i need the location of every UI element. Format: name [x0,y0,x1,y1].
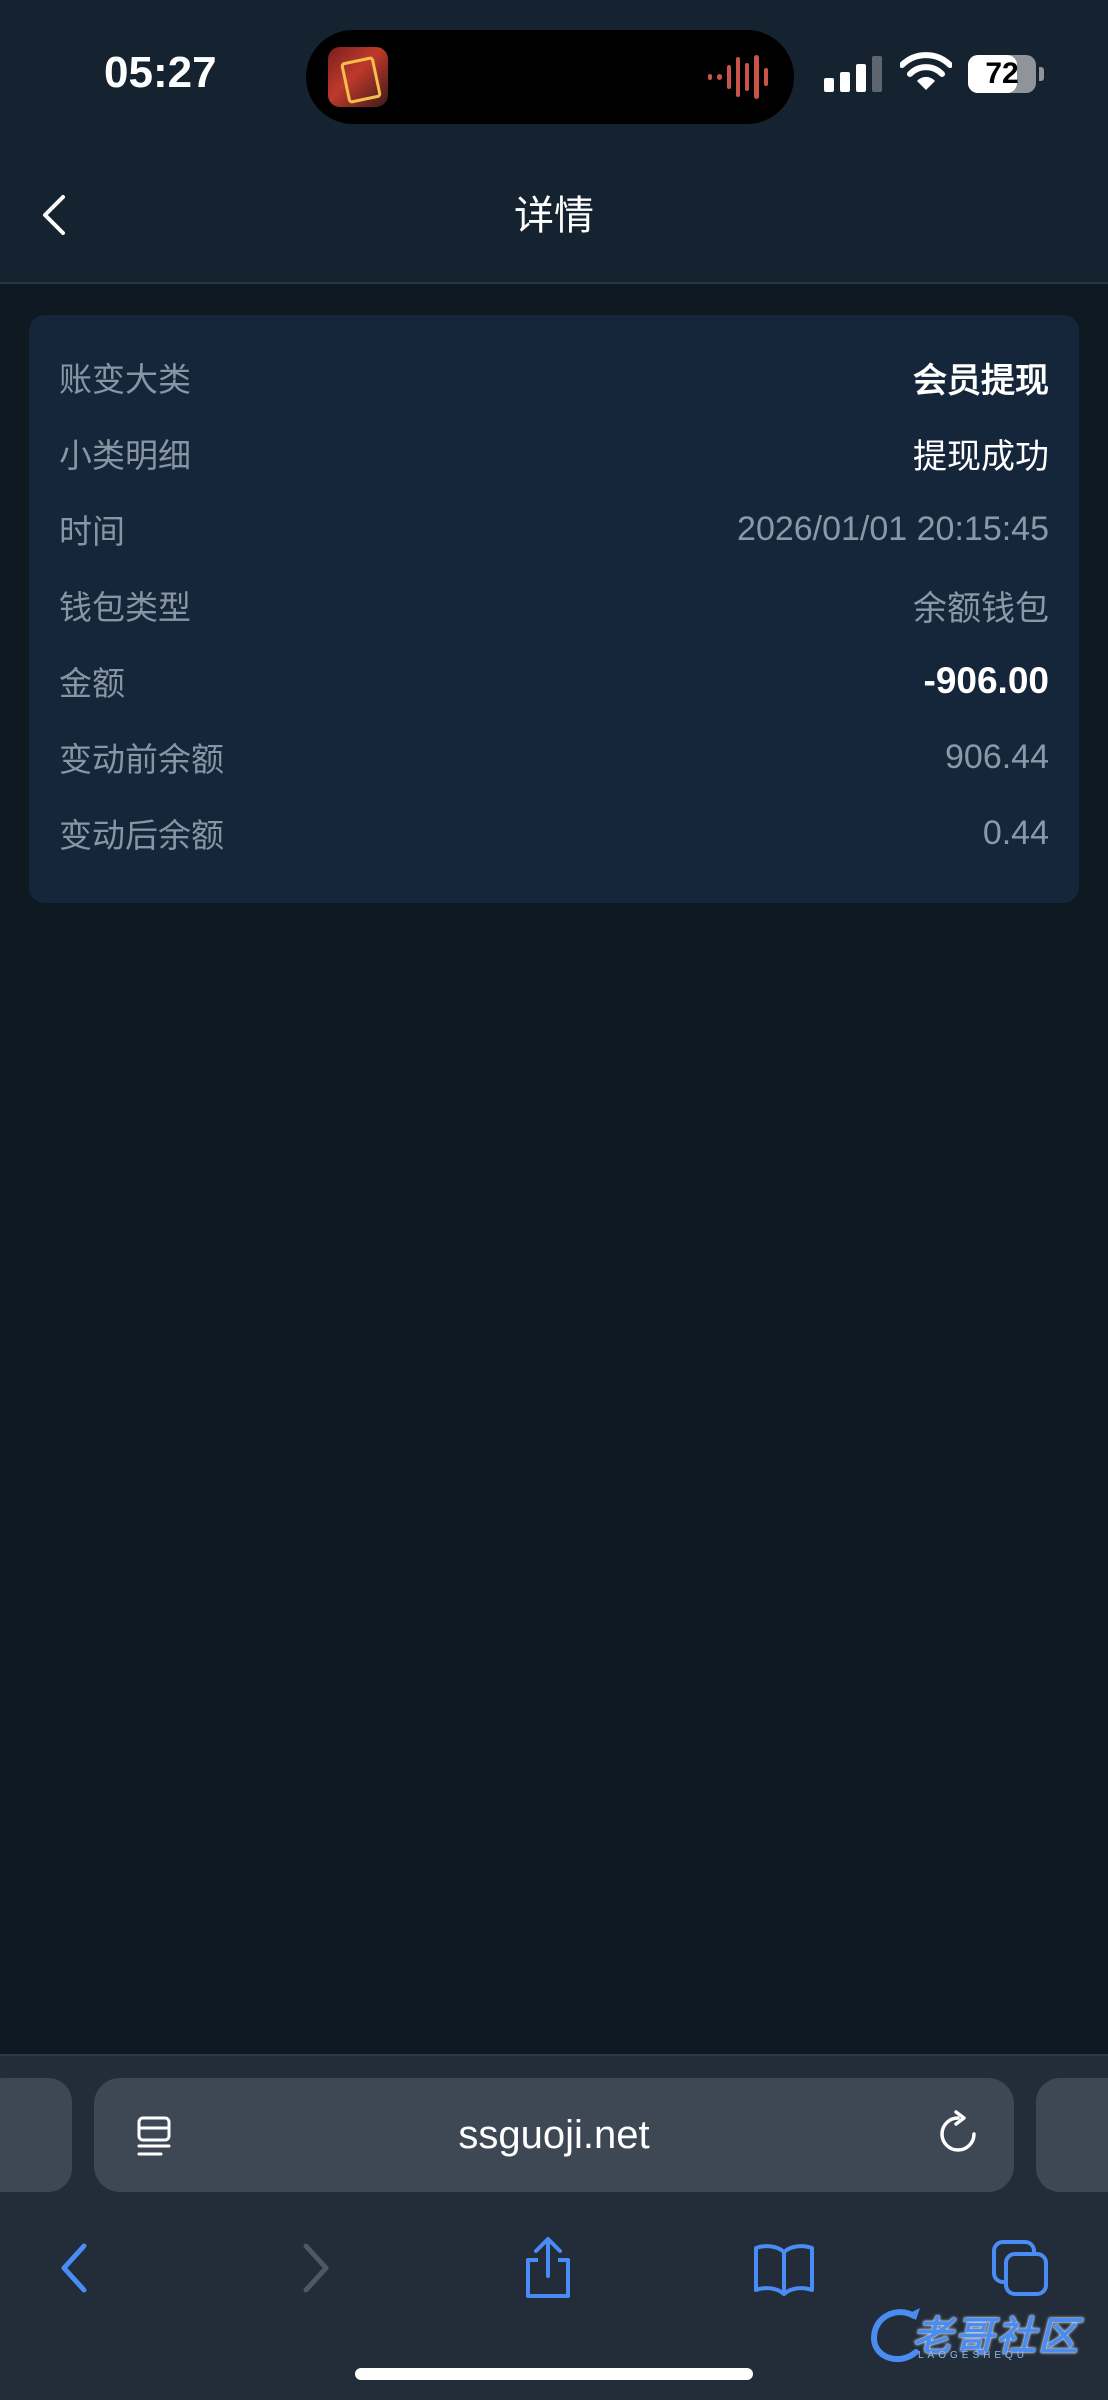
detail-row-balance-before: 变动前余额 906.44 [59,719,1049,795]
detail-row-amount: 金额 -906.00 [59,643,1049,719]
bookmarks-icon [754,2244,814,2296]
detail-value: 提现成功 [913,437,1049,476]
url-text[interactable]: ssguoji.net [94,2078,1014,2192]
detail-row-time: 时间 2026/01/01 20:15:45 [59,491,1049,567]
battery-percentage: 72 [985,57,1019,90]
detail-label: 小类明细 [59,436,191,475]
tabs-button[interactable] [980,2228,1060,2308]
detail-row-category: 账变大类 会员提现 [59,339,1049,415]
waveform-icon [708,52,768,102]
detail-value: -906.00 [923,660,1050,701]
reader-icon[interactable] [134,2114,178,2158]
back-icon [61,2243,87,2293]
dynamic-island[interactable] [306,30,794,124]
browser-back-button[interactable] [34,2228,114,2308]
reload-icon[interactable] [934,2110,982,2158]
detail-value: 906.44 [945,737,1049,776]
chevron-left-icon [43,195,65,235]
share-button[interactable] [508,2228,588,2308]
detail-row-balance-after: 变动后余额 0.44 [59,795,1049,871]
detail-row-subcategory: 小类明细 提现成功 [59,415,1049,491]
status-time: 05:27 [104,48,217,97]
wifi-icon [900,52,952,90]
detail-value: 2026/01/01 20:15:45 [737,509,1049,548]
tabs-icon [992,2240,1048,2296]
detail-label: 时间 [59,512,125,551]
detail-value: 余额钱包 [913,589,1049,628]
detail-value: 0.44 [982,813,1049,852]
detail-label: 金额 [59,664,125,703]
app-icon[interactable] [328,47,388,107]
watermark-subtext: LAOGESHEQU [918,2350,1029,2361]
forward-icon [303,2243,329,2293]
signal-icon [824,56,882,92]
previous-tab-preview[interactable] [0,2078,72,2192]
page-title: 详情 [514,193,594,239]
detail-row-wallet-type: 钱包类型 余额钱包 [59,567,1049,643]
page: 05:27 72 详情 账变大类 会员提现 小类明细 提现成功 时间 2026/… [0,0,1108,2400]
battery-icon: 72 [968,55,1044,93]
next-tab-preview[interactable] [1036,2078,1108,2192]
status-bar: 05:27 72 [0,0,1108,150]
detail-label: 变动后余额 [59,816,224,855]
detail-label: 钱包类型 [59,588,191,627]
nav-header: 详情 [0,150,1108,284]
share-icon [526,2237,570,2298]
watermark-logo: 老哥社区 LAOGESHEQU [868,2300,1098,2370]
home-indicator[interactable] [355,2368,753,2380]
detail-label: 账变大类 [59,360,191,399]
back-button[interactable] [20,180,90,250]
detail-value: 会员提现 [913,361,1049,400]
address-bar[interactable]: ssguoji.net [94,2078,1014,2192]
detail-label: 变动前余额 [59,740,224,779]
bookmarks-button[interactable] [744,2228,824,2308]
detail-card: 账变大类 会员提现 小类明细 提现成功 时间 2026/01/01 20:15:… [29,315,1079,903]
browser-forward-button[interactable] [276,2228,356,2308]
